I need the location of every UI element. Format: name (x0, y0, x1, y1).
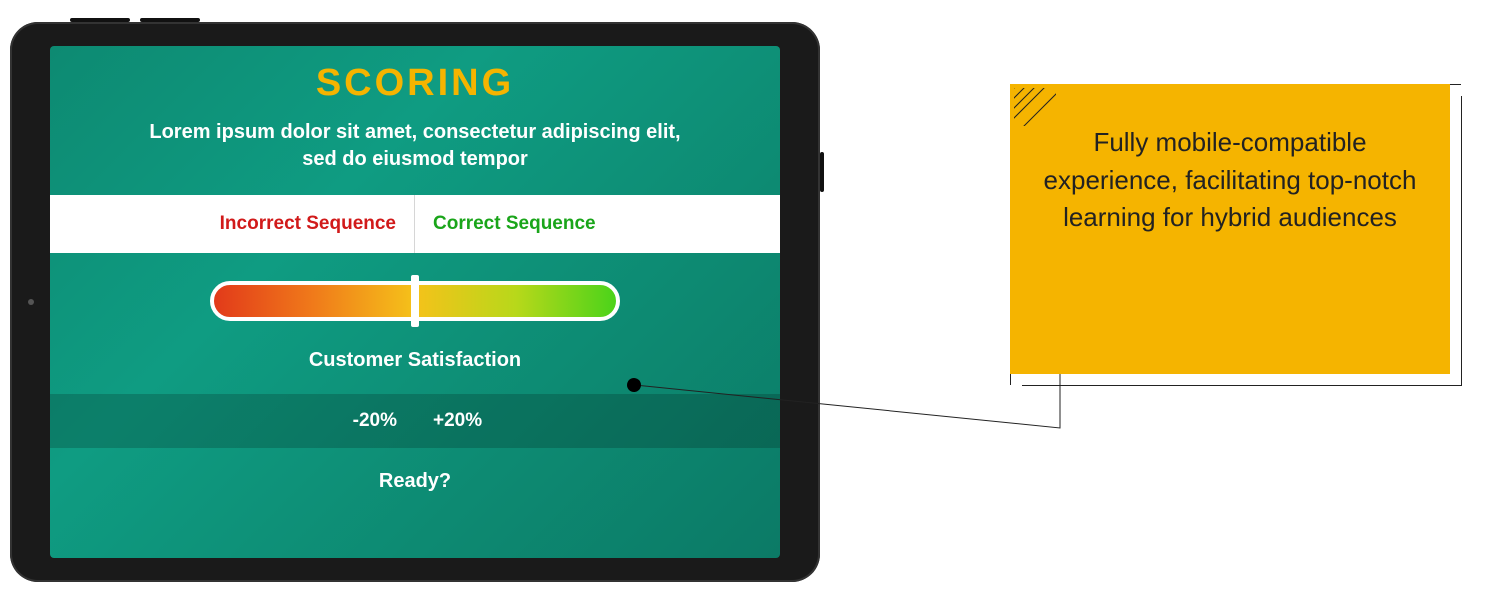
satisfaction-label: Customer Satisfaction (50, 349, 780, 372)
satisfaction-gauge[interactable] (210, 281, 620, 321)
incorrect-sequence-label: Incorrect Sequence (50, 195, 415, 253)
page-title: SCORING (50, 62, 780, 105)
tablet-top-button-2 (140, 18, 200, 22)
tablet-screen: SCORING Lorem ipsum dolor sit amet, cons… (50, 46, 780, 558)
percent-plus: +20% (415, 410, 780, 432)
hatch-decoration (1014, 88, 1056, 126)
tablet-side-button (820, 152, 824, 192)
gauge-marker[interactable] (411, 275, 419, 327)
page-subtitle: Lorem ipsum dolor sit amet, consectetur … (145, 119, 685, 173)
ready-label: Ready? (50, 470, 780, 493)
pointer-dot (627, 378, 641, 392)
sequence-row: Incorrect Sequence Correct Sequence (50, 195, 780, 253)
tablet-frame: SCORING Lorem ipsum dolor sit amet, cons… (10, 22, 820, 582)
percent-bar: -20% +20% (50, 394, 780, 448)
callout-text: Fully mobile-compatible experience, faci… (1044, 127, 1417, 232)
percent-minus: -20% (50, 410, 415, 432)
correct-sequence-label: Correct Sequence (415, 195, 780, 253)
callout: Fully mobile-compatible experience, faci… (1010, 84, 1450, 374)
callout-card: Fully mobile-compatible experience, faci… (1010, 84, 1450, 374)
tablet-top-button-1 (70, 18, 130, 22)
